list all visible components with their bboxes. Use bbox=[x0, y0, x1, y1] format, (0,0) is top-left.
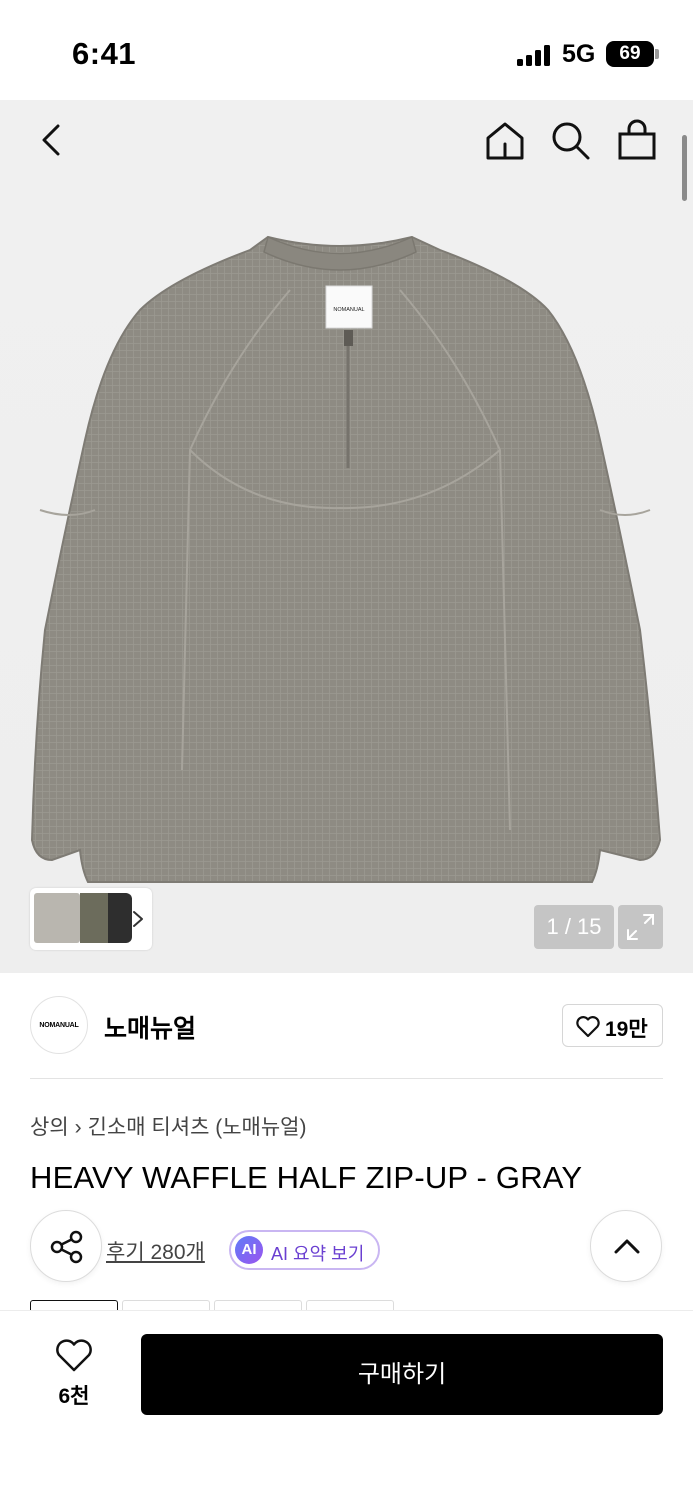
thumbnail-gray[interactable] bbox=[34, 893, 80, 943]
chevron-right-icon[interactable] bbox=[130, 908, 146, 930]
product-detail-page: 6:41 5G 69 NOMANUAL 1 / 15 NOMANUAL 노매뉴얼… bbox=[0, 0, 693, 1500]
breadcrumb-item-category[interactable]: 긴소매 티셔츠 (노매뉴얼) bbox=[88, 1116, 307, 1139]
share-icon bbox=[50, 1230, 83, 1264]
product-title: HEAVY WAFFLE HALF ZIP-UP - GRAY bbox=[30, 1160, 583, 1195]
status-bar: 6:41 5G 69 bbox=[0, 0, 693, 100]
wishlist-button[interactable]: 6천 bbox=[40, 1336, 108, 1412]
divider bbox=[30, 1078, 663, 1079]
brand-logo[interactable]: NOMANUAL bbox=[30, 996, 88, 1054]
heart-icon bbox=[56, 1339, 92, 1372]
heart-icon bbox=[576, 1016, 600, 1038]
brand-like-button[interactable]: 19만 bbox=[562, 1004, 663, 1047]
shopping-bag-icon[interactable] bbox=[614, 118, 660, 164]
breadcrumb-separator-icon: › bbox=[74, 1116, 82, 1139]
product-image[interactable]: NOMANUAL bbox=[0, 210, 693, 890]
review-link[interactable]: 후기 280개 bbox=[106, 1236, 205, 1266]
ai-badge-icon: AI bbox=[235, 1236, 263, 1264]
battery-icon: 69 bbox=[606, 41, 654, 67]
ai-summary-label: AI 요약 보기 bbox=[271, 1244, 365, 1264]
ai-summary-button[interactable]: AI AI 요약 보기 bbox=[229, 1230, 380, 1270]
scroll-top-button[interactable] bbox=[590, 1210, 662, 1282]
buy-button[interactable]: 구매하기 bbox=[141, 1334, 663, 1415]
image-page-counter: 1 / 15 bbox=[534, 905, 614, 949]
share-button[interactable] bbox=[30, 1210, 102, 1282]
breadcrumb-item-top[interactable]: 상의 bbox=[30, 1116, 69, 1139]
brand-name[interactable]: 노매뉴얼 bbox=[104, 1009, 196, 1045]
wishlist-count: 6천 bbox=[58, 1385, 90, 1408]
network-label: 5G bbox=[562, 40, 596, 68]
scrollbar-thumb[interactable] bbox=[682, 135, 687, 201]
breadcrumb: 상의 › 긴소매 티셔츠 (노매뉴얼) bbox=[30, 1111, 307, 1141]
back-icon[interactable] bbox=[30, 118, 74, 162]
chevron-up-icon bbox=[614, 1239, 640, 1254]
status-time: 6:41 bbox=[72, 36, 137, 71]
svg-text:NOMANUAL: NOMANUAL bbox=[333, 307, 364, 313]
thumbnail-olive[interactable] bbox=[80, 893, 108, 943]
brand-like-count: 19만 bbox=[605, 1018, 648, 1041]
search-icon[interactable] bbox=[548, 118, 592, 162]
signal-icon bbox=[517, 44, 551, 66]
expand-icon bbox=[627, 914, 654, 940]
home-icon[interactable] bbox=[482, 118, 528, 164]
battery-cap bbox=[655, 49, 659, 59]
thumbnail-black[interactable] bbox=[108, 893, 132, 943]
expand-button[interactable] bbox=[618, 905, 663, 949]
